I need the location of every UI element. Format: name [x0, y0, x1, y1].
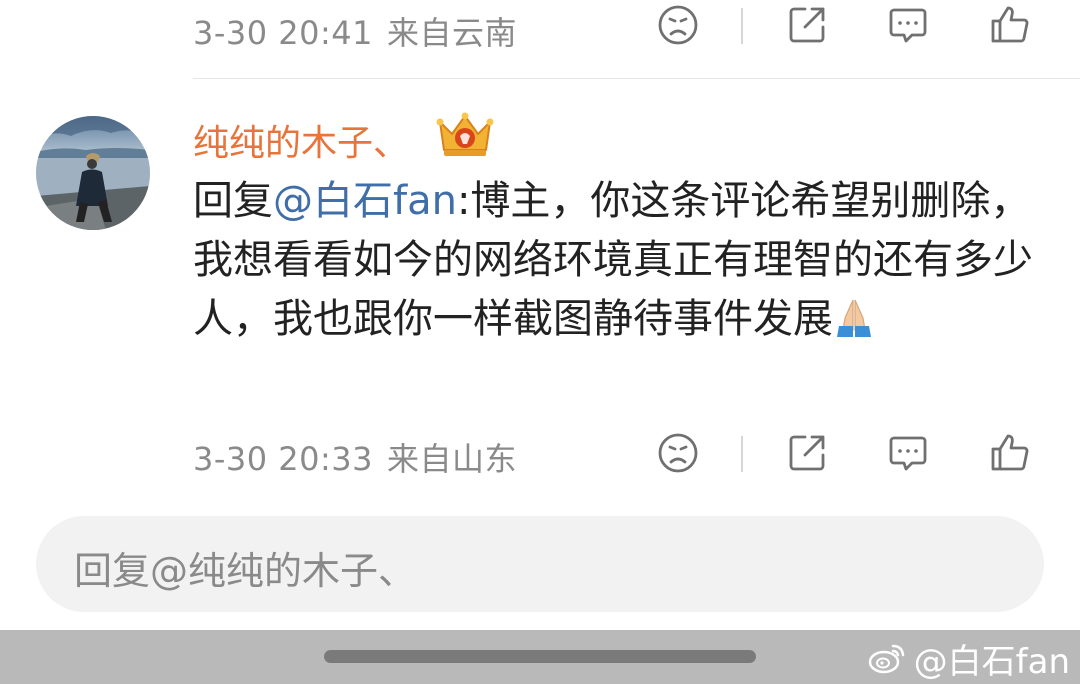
- location: 来自山东: [387, 440, 518, 478]
- comment-icon[interactable]: [886, 431, 930, 475]
- home-indicator[interactable]: [324, 650, 756, 663]
- like-icon[interactable]: [988, 3, 1032, 47]
- separator: [741, 436, 743, 472]
- weibo-icon: [868, 644, 904, 674]
- bottom-bar: @白石fan: [0, 630, 1080, 684]
- mention-link[interactable]: @白石fan: [273, 178, 457, 224]
- timestamp: 3-30 20:33: [193, 440, 374, 478]
- watermark: @白石fan: [866, 638, 1070, 682]
- username[interactable]: 纯纯的木子、: [193, 114, 409, 166]
- dislike-icon[interactable]: [656, 431, 700, 475]
- folded-hands-icon: [833, 296, 875, 338]
- crown-icon: [436, 110, 494, 160]
- separator: [741, 8, 743, 44]
- timestamp: 3-30 20:41: [193, 14, 374, 52]
- meta-text: 3-30 20:33 来自山东: [193, 434, 517, 480]
- reply-placeholder: 回复@纯纯的木子、: [74, 549, 417, 593]
- meta-text: 3-30 20:41 来自云南: [193, 8, 517, 54]
- reply-input[interactable]: 回复@纯纯的木子、: [36, 516, 1044, 612]
- share-icon[interactable]: [785, 431, 829, 475]
- location: 来自云南: [387, 14, 518, 52]
- previous-comment-meta: 3-30 20:41 来自云南: [0, 0, 1080, 60]
- comment-text: 回复@白石fan:博主，你这条评论希望别删除，我想看看如今的网络环境真正有理智的…: [193, 172, 1043, 349]
- dislike-icon[interactable]: [656, 3, 700, 47]
- like-icon[interactable]: [988, 431, 1032, 475]
- watermark-text: @白石fan: [913, 641, 1070, 682]
- reply-prefix: 回复: [193, 178, 273, 224]
- comment-icon[interactable]: [886, 3, 930, 47]
- share-icon[interactable]: [785, 3, 829, 47]
- comment-meta: 3-30 20:33 来自山东: [0, 426, 1080, 486]
- divider: [193, 78, 1080, 79]
- avatar[interactable]: [36, 116, 150, 230]
